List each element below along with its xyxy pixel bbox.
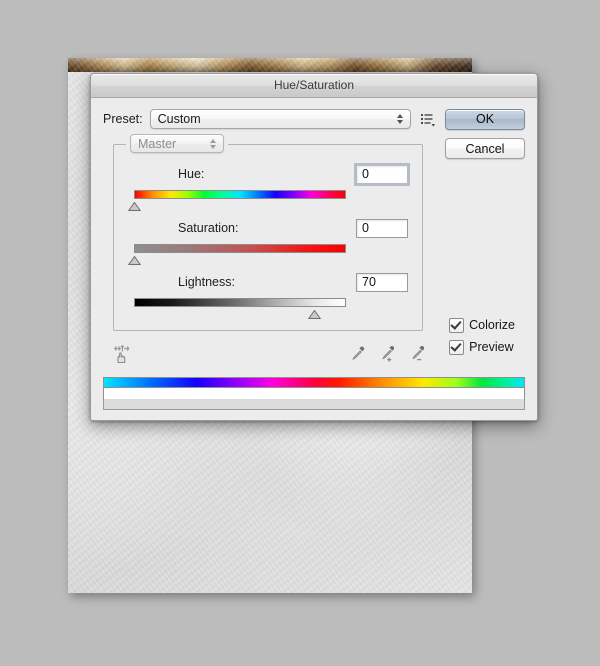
slider-lightness-track-wrap[interactable] — [134, 298, 410, 319]
lightness-input-value: 70 — [362, 275, 376, 289]
hue-input-value: 0 — [362, 167, 369, 181]
chevron-updown-icon — [210, 138, 216, 149]
channel-select-wrap: Master — [126, 134, 228, 153]
slider-hue-thumb[interactable] — [127, 198, 142, 211]
slider-hue: Hue: 0 — [126, 162, 410, 211]
preset-select[interactable]: Custom — [149, 109, 411, 129]
slider-saturation-label: Saturation: — [178, 221, 239, 235]
preset-label: Preset: — [103, 112, 143, 126]
dialog-title-bar[interactable]: Hue/Saturation — [91, 74, 537, 98]
slider-saturation-thumb[interactable] — [127, 252, 142, 265]
hue-saturation-dialog: Hue/Saturation Preset: Custom OK Cancel … — [90, 73, 538, 421]
slider-hue-track-wrap[interactable] — [127, 190, 410, 211]
spectrum-footer-bar — [103, 399, 525, 410]
slider-saturation-track[interactable] — [134, 244, 346, 253]
slider-hue-head: Hue: 0 — [126, 162, 410, 186]
channel-select-value: Master — [138, 136, 177, 151]
eyedropper-add-icon[interactable] — [379, 345, 397, 368]
preset-menu-icon[interactable] — [420, 111, 436, 127]
cancel-button-label: Cancel — [465, 141, 505, 156]
tools-row: Colorize Preview — [103, 317, 525, 373]
preset-row: Preset: Custom OK — [103, 108, 525, 130]
slider-hue-label: Hue: — [178, 167, 205, 181]
slider-saturation-track-wrap[interactable] — [127, 244, 410, 265]
preview-label: Preview — [469, 340, 514, 354]
slider-lightness-thumb[interactable] — [308, 306, 322, 319]
spectrum-area — [103, 377, 525, 410]
lightness-input[interactable]: 70 — [356, 272, 408, 292]
eyedropper-group — [349, 345, 427, 368]
preview-checkbox-row[interactable]: Preview — [449, 337, 515, 357]
color-spectrum-bar — [103, 377, 525, 388]
chevron-updown-icon — [397, 114, 403, 124]
slider-lightness: Lightness: 70 — [126, 271, 410, 319]
color-range-bar[interactable] — [103, 388, 525, 399]
colorize-label: Colorize — [469, 318, 515, 332]
ok-button[interactable]: OK — [445, 108, 525, 130]
document-image-preview — [68, 58, 472, 72]
slider-saturation-head: Saturation: 0 — [126, 217, 410, 239]
slider-saturation: Saturation: 0 — [126, 217, 410, 265]
scrubby-hand-icon[interactable] — [111, 343, 133, 370]
dialog-body: Preset: Custom OK Cancel Master Hue: 0 S… — [91, 98, 537, 420]
eyedropper-icon[interactable] — [349, 345, 367, 368]
checkbox-column: Colorize Preview — [449, 315, 515, 359]
slider-lightness-label: Lightness: — [178, 275, 235, 289]
eyedropper-subtract-icon[interactable] — [409, 345, 427, 368]
dialog-title: Hue/Saturation — [273, 78, 355, 92]
preview-checkbox[interactable] — [449, 339, 465, 355]
channel-group: Master Hue: 0 Saturation: 0 Lightness: 7… — [113, 134, 423, 331]
preset-select-value: Custom — [157, 112, 201, 126]
ok-button-label: OK — [475, 112, 495, 126]
saturation-input-value: 0 — [362, 221, 369, 235]
hue-input[interactable]: 0 — [354, 162, 410, 186]
colorize-checkbox[interactable] — [449, 317, 465, 333]
cancel-button[interactable]: Cancel — [445, 138, 525, 159]
slider-hue-track[interactable] — [134, 190, 346, 199]
slider-lightness-head: Lightness: 70 — [126, 271, 410, 293]
channel-select[interactable]: Master — [130, 134, 224, 153]
saturation-input[interactable]: 0 — [356, 218, 408, 238]
colorize-checkbox-row[interactable]: Colorize — [449, 315, 515, 335]
